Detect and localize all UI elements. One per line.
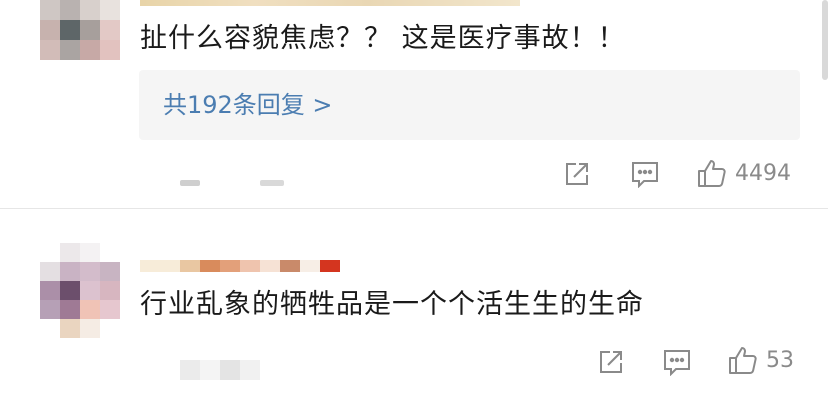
view-replies-link[interactable]: 共192条回复 >: [163, 88, 333, 122]
avatar[interactable]: [40, 243, 120, 339]
comment-text: 行业乱象的牺牲品是一个个活生生的生命: [140, 289, 644, 320]
reply-button[interactable]: [630, 160, 660, 188]
comment-meta-redacted: [180, 180, 200, 186]
comment-icon: [632, 162, 658, 188]
share-icon: [566, 163, 588, 185]
comment-meta-redacted: [180, 360, 260, 380]
share-button[interactable]: [563, 160, 591, 188]
like-button[interactable]: 53: [728, 345, 794, 375]
like-count: 53: [766, 347, 794, 373]
username-redacted[interactable]: [140, 0, 520, 6]
avatar[interactable]: [40, 0, 120, 60]
scrollbar[interactable]: [822, 0, 828, 80]
thumbs-up-icon: [698, 160, 726, 187]
thumbs-up-icon: [729, 347, 757, 374]
comment-icon: [664, 350, 690, 376]
like-count: 4494: [735, 160, 791, 186]
share-button[interactable]: [597, 348, 625, 376]
like-button[interactable]: 4494: [697, 158, 791, 188]
username-redacted[interactable]: [140, 260, 340, 272]
replies-panel[interactable]: 共192条回复 >: [139, 70, 800, 140]
divider: [0, 208, 828, 209]
share-icon: [600, 351, 622, 373]
reply-button[interactable]: [662, 348, 692, 376]
comment-text: 扯什么容貌焦虑？？ 这是医疗事故！！: [140, 23, 626, 54]
comment-meta-redacted: [260, 180, 284, 186]
